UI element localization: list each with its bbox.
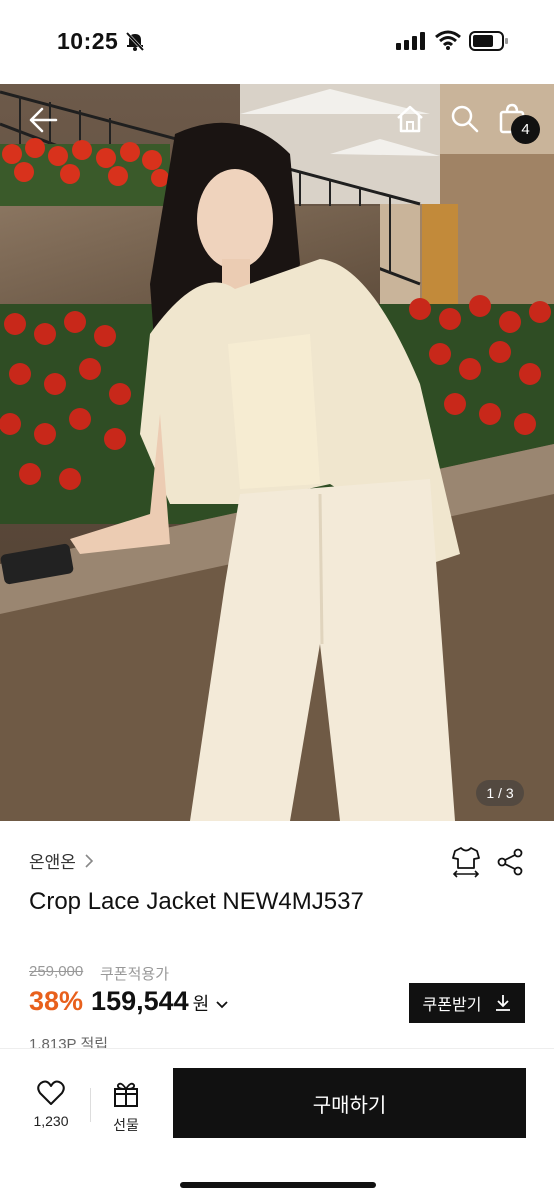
status-bar: 10:25 [0,0,554,84]
brand-name: 온앤온 [29,853,76,872]
gift-label: 선물 [113,1117,139,1133]
heart-icon [37,1080,65,1105]
sale-price: 159,544 [91,986,189,1016]
reward-points: 1,813P 적립 [29,1036,109,1049]
price-row[interactable]: 38% 159,544 원 [29,986,229,1017]
back-arrow-icon[interactable] [28,106,58,134]
coupon-button-label: 쿠폰받기 [422,997,482,1014]
chevron-down-icon[interactable] [215,1000,229,1010]
bar-divider [90,1088,91,1122]
currency-unit: 원 [192,994,210,1014]
share-icon[interactable] [496,848,524,876]
cart-count-badge: 4 [511,115,540,144]
battery-icon [469,31,508,51]
size-guide-icon[interactable] [452,846,480,878]
wifi-icon [435,30,461,50]
like-count: 1,230 [33,1113,69,1129]
discount-rate: 38% [29,986,84,1016]
gift-button[interactable]: 선물 [98,1080,154,1135]
product-title: Crop Lace Jacket NEW4MJ537 [29,888,364,915]
buy-button[interactable]: 구매하기 [173,1068,526,1138]
image-counter: 1 / 3 [476,780,524,806]
chevron-right-icon [85,853,94,868]
home-indicator[interactable] [180,1182,376,1188]
like-button[interactable]: 1,230 [20,1080,82,1129]
status-time: 10:25 [57,28,119,54]
home-icon[interactable] [395,104,425,134]
gift-icon [114,1082,138,1107]
download-icon [496,995,511,1011]
original-price: 259,000 [29,963,84,980]
coupon-download-button[interactable]: 쿠폰받기 [409,983,525,1023]
coupon-price-label: 쿠폰적용가 [100,966,170,983]
cellular-signal-icon [396,32,425,50]
brand-link[interactable]: 온앤온 [29,848,94,873]
product-photo [0,84,554,821]
silent-bell-icon [125,31,145,52]
product-image-carousel[interactable] [0,84,554,821]
search-icon[interactable] [450,104,480,134]
